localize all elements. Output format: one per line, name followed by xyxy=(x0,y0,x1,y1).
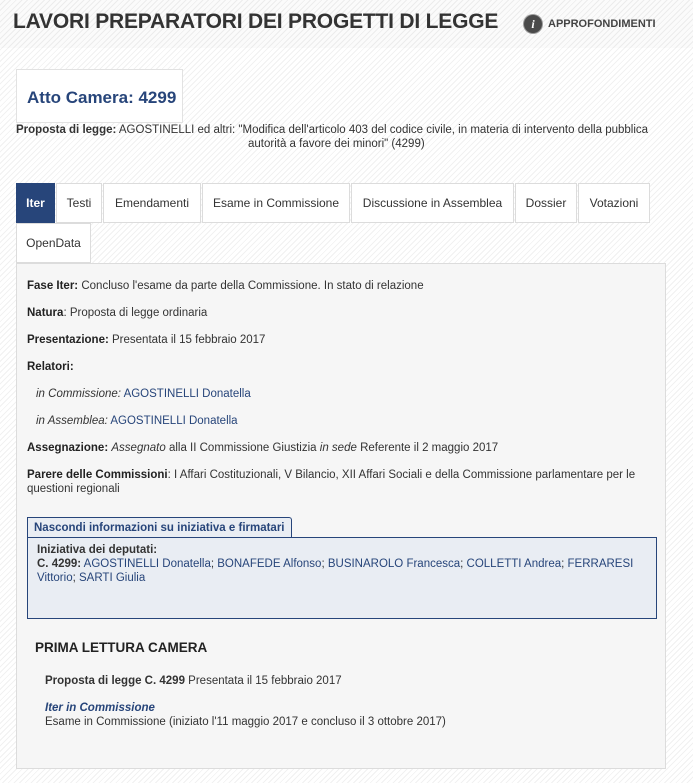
presentazione-row: Presentazione: Presentata il 15 febbraio… xyxy=(27,333,657,347)
page-title: LAVORI PREPARATORI DEI PROGETTI DI LEGGE xyxy=(13,10,499,33)
iniziativa-text: Iniziativa dei deputati: C. 4299: AGOSTI… xyxy=(37,544,634,584)
proposta-line-1: AGOSTINELLI ed altri: "Modifica dell'art… xyxy=(118,124,649,136)
prima-lettura-title: PRIMA LETTURA CAMERA xyxy=(35,640,208,655)
relatore-assemblea-link[interactable]: AGOSTINELLI Donatella xyxy=(110,415,237,427)
natura-value: : Proposta di legge ordinaria xyxy=(63,307,208,319)
iniziativa-panel: Iniziativa dei deputati: C. 4299: AGOSTI… xyxy=(27,537,657,619)
fase-iter-value: Concluso l'esame da parte della Commissi… xyxy=(81,280,424,292)
relatori-label: Relatori: xyxy=(27,361,74,373)
assegnazione-label: Assegnazione: xyxy=(27,442,109,454)
info-icon: i xyxy=(524,15,542,33)
proposta-description: Proposta di legge: AGOSTINELLI ed altri:… xyxy=(16,123,676,151)
atto-title-box: Atto Camera: 4299 xyxy=(16,69,183,123)
iniziativa-heading: Iniziativa dei deputati: xyxy=(37,544,158,556)
relatore-commissione-row: in Commissione: AGOSTINELLI Donatella xyxy=(36,387,666,401)
parere-line-1: : I Affari Costituzionali, V Bilancio, X… xyxy=(167,469,636,481)
atto-title: Atto Camera: 4299 xyxy=(27,88,177,107)
assegnazione-italic-2: in sede xyxy=(319,442,357,454)
deputato-link[interactable]: SARTI Giulia xyxy=(79,572,145,584)
page-header: LAVORI PREPARATORI DEI PROGETTI DI LEGGE… xyxy=(0,0,693,48)
tab-votazioni[interactable]: Votazioni xyxy=(578,183,650,223)
iter-in-commissione-link[interactable]: Iter in Commissione xyxy=(45,702,155,714)
iniziativa-toggle-button[interactable]: Nascondi informazioni su iniziativa e fi… xyxy=(27,517,292,537)
tab-iter[interactable]: Iter xyxy=(16,183,55,223)
natura-label: Natura xyxy=(27,307,64,319)
deputato-link[interactable]: COLLETTI Andrea xyxy=(467,558,562,570)
tab-testi[interactable]: Testi xyxy=(56,183,102,223)
relatori-row: Relatori: xyxy=(27,360,657,374)
tab-esame-in-commissione[interactable]: Esame in Commissione xyxy=(202,183,350,223)
parere-label: Parere delle Commissioni xyxy=(27,469,168,481)
parere-line-2: questioni regionali xyxy=(27,483,120,495)
deputato-link[interactable]: AGOSTINELLI Donatella xyxy=(84,558,211,570)
fase-iter-row: Fase Iter: Concluso l'esame da parte del… xyxy=(27,279,657,293)
tab-emendamenti[interactable]: Emendamenti xyxy=(103,183,201,223)
parere-row: Parere delle Commissioni: I Affari Costi… xyxy=(27,468,657,496)
proposta-lettura-row: Proposta di legge C. 4299 Presentata il … xyxy=(45,674,645,688)
approfondimenti-label: APPROFONDIMENTI xyxy=(548,18,656,30)
assegnazione-end: Referente il 2 maggio 2017 xyxy=(360,442,499,454)
proposta-lettura-date: Presentata il 15 febbraio 2017 xyxy=(188,675,342,687)
tab-opendata[interactable]: OpenData xyxy=(16,223,91,263)
relatore-commissione-label: in Commissione: xyxy=(36,388,121,400)
tab-discussione-in-assemblea[interactable]: Discussione in Assemblea xyxy=(351,183,514,223)
relatore-commissione-link[interactable]: AGOSTINELLI Donatella xyxy=(124,388,251,400)
relatore-assemblea-label: in Assemblea: xyxy=(36,415,108,427)
proposta-lettura-label: Proposta di legge C. 4299 xyxy=(45,675,185,687)
deputato-link[interactable]: BONAFEDE Alfonso xyxy=(217,558,321,570)
tab-dossier[interactable]: Dossier xyxy=(515,183,577,223)
natura-row: Natura: Proposta di legge ordinaria xyxy=(27,306,657,320)
relatore-assemblea-row: in Assemblea: AGOSTINELLI Donatella xyxy=(36,414,666,428)
approfondimenti-button[interactable]: i APPROFONDIMENTI xyxy=(524,14,656,34)
assegnazione-commissione: alla II Commissione Giustizia xyxy=(168,442,317,454)
deputato-link[interactable]: BUSINAROLO Francesca xyxy=(328,558,460,570)
assegnazione-row: Assegnazione: Assegnato alla II Commissi… xyxy=(27,441,657,455)
assegnazione-italic-1: Assegnato xyxy=(111,442,166,454)
proposta-line-2: autorità a favore dei minori" (4299) xyxy=(248,138,425,150)
proposta-label: Proposta di legge: xyxy=(16,124,117,136)
presentazione-value: Presentata il 15 febbraio 2017 xyxy=(112,334,266,346)
iter-commissione-block: Iter in Commissione Esame in Commissione… xyxy=(45,701,645,729)
iniziativa-atto-ref: C. 4299: xyxy=(37,558,82,570)
presentazione-label: Presentazione: xyxy=(27,334,109,346)
iter-panel: Fase Iter: Concluso l'esame da parte del… xyxy=(16,263,666,769)
esame-commissione-text: Esame in Commissione (iniziato l'11 magg… xyxy=(45,716,446,728)
fase-iter-label: Fase Iter: xyxy=(27,280,79,292)
